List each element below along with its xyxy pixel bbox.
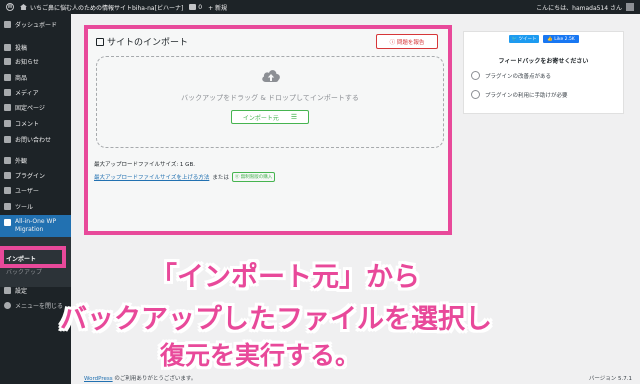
site-name: いちご鼻に悩む人のための情報サイトbiha-na[ビハーナ] xyxy=(30,4,184,12)
sidebar-item-label: メディア xyxy=(15,89,39,97)
sidebar-item-comments[interactable]: コメント xyxy=(0,117,71,129)
mail-icon xyxy=(4,135,11,143)
sidebar-item-label: プラグイン xyxy=(15,172,46,180)
collapse-icon xyxy=(4,301,11,309)
sidebar-item-settings[interactable]: 設定 xyxy=(0,284,71,296)
sidebar-item-media[interactable]: メディア xyxy=(0,86,71,98)
instruction-caption-1: 「インポート元」から xyxy=(150,262,420,293)
radio-button[interactable] xyxy=(471,71,480,80)
import-icon xyxy=(96,37,104,46)
plugin-icon xyxy=(4,171,11,179)
comments-count: 0 xyxy=(198,3,203,11)
sidebar-item-label: ユーザー xyxy=(15,187,39,195)
feedback-option-label: プラグインの利用に手助けが必要 xyxy=(485,92,568,99)
import-panel: サイトのインポート ⓘ 問題を報告 バックアップをドラッグ & ドロップしてイン… xyxy=(84,25,452,235)
collapse-label: メニューを閉じる xyxy=(15,302,64,310)
wordpress-logo[interactable]: W xyxy=(6,3,14,11)
greeting: こんにちは、hamada514 さん xyxy=(536,4,622,12)
import-from-button[interactable]: インポート元 ☰ xyxy=(231,110,309,124)
new-content-link[interactable]: + 新規 xyxy=(208,3,227,12)
comments-link[interactable]: 0 xyxy=(189,4,202,11)
media-icon xyxy=(4,88,11,96)
menu-icon: ☰ xyxy=(290,113,298,121)
dashboard-icon xyxy=(4,20,11,28)
sidebar-item-label: 商品 xyxy=(15,74,28,82)
home-icon xyxy=(20,4,27,10)
radio-button[interactable] xyxy=(471,90,480,99)
sidebar-item-label: ツール xyxy=(15,203,34,211)
avatar xyxy=(626,3,634,11)
sidebar-item-label: お問い合わせ xyxy=(15,136,52,144)
comment-icon xyxy=(4,119,11,127)
admin-bar: W いちご鼻に悩む人のための情報サイトbiha-na[ビハーナ] 0 + 新規 … xyxy=(0,0,640,14)
pin-icon xyxy=(4,57,11,65)
sidebar-item-users[interactable]: ユーザー xyxy=(0,184,71,196)
drop-zone[interactable]: バックアップをドラッグ & ドロップしてインポートする インポート元 ☰ xyxy=(96,56,444,148)
tweet-button[interactable]: 🐦 ツイート xyxy=(509,35,539,43)
sidebar-item-all-in-one-wp-migration[interactable]: All-in-One WP Migration xyxy=(0,215,71,237)
increase-size-link[interactable]: 最大アップロードファイルサイズを上げる方法 xyxy=(94,173,209,181)
sidebar-item-products[interactable]: 商品 xyxy=(0,71,71,83)
import-menu-highlight xyxy=(0,246,66,268)
brush-icon xyxy=(4,156,11,164)
upload-size-help: 最大アップロードファイルサイズを上げる方法 または ⓪ 無制限版の購入 xyxy=(94,172,276,182)
sidebar-item-appearance[interactable]: 外観 xyxy=(0,154,71,166)
page-title: サイトのインポート xyxy=(96,35,188,48)
submenu-item-backups[interactable]: バックアップ xyxy=(6,267,42,276)
sidebar-item-posts[interactable]: 投稿 xyxy=(0,41,71,53)
account-menu[interactable]: こんにちは、hamada514 さん xyxy=(536,3,634,12)
sidebar-item-label: コメント xyxy=(15,120,40,128)
sidebar-item-label: ダッシュボード xyxy=(15,21,58,29)
facebook-like-button[interactable]: 👍 Like 2.5K xyxy=(543,35,579,43)
wordpress-icon: W xyxy=(6,3,14,11)
pin-icon xyxy=(4,73,11,81)
sidebar-item-pages[interactable]: 固定ページ xyxy=(0,101,71,113)
buy-unlimited-link[interactable]: ⓪ 無制限版の購入 xyxy=(231,172,276,182)
feedback-option-label: プラグインの改善点がある xyxy=(485,73,552,80)
instruction-caption-2: バックアップしたファイルを選択し xyxy=(60,304,492,335)
or-text: または xyxy=(212,175,229,181)
sidebar-item-contact[interactable]: お問い合わせ xyxy=(0,133,71,145)
import-from-label: インポート元 xyxy=(242,114,279,122)
sidebar-item-label: All-in-One WP Migration xyxy=(15,218,57,233)
sidebar-item-news[interactable]: お知らせ xyxy=(0,55,71,67)
sidebar-item-tools[interactable]: ツール xyxy=(0,200,71,212)
page-title-text: サイトのインポート xyxy=(107,38,189,48)
instruction-caption-3: 復元を実行する。 xyxy=(160,341,361,370)
feedback-widget: 🐦 ツイート 👍 Like 2.5K フィードバックをお寄せください プラグイン… xyxy=(463,31,624,114)
feedback-option-help[interactable]: プラグインの利用に手助けが必要 xyxy=(471,90,568,99)
sidebar-item-label: 投稿 xyxy=(15,44,28,52)
footer-version: バージョン 5.7.1 xyxy=(588,376,632,382)
page-icon xyxy=(4,103,11,111)
comment-icon xyxy=(189,4,197,10)
feedback-option-improvement[interactable]: プラグインの改善点がある xyxy=(471,71,551,80)
migration-icon xyxy=(4,219,11,226)
footer-thanks-text: のご利用ありがとうございます。 xyxy=(112,376,197,382)
sidebar-item-label: お知らせ xyxy=(15,58,39,66)
sidebar-item-dashboard[interactable]: ダッシュボード xyxy=(0,18,71,30)
wrench-icon xyxy=(4,202,11,210)
drop-instructions: バックアップをドラッグ & ドロップしてインポートする xyxy=(181,94,359,102)
cloud-upload-icon xyxy=(262,70,280,82)
footer-thanks: WordPress のご利用ありがとうございます。 xyxy=(84,374,196,382)
sidebar-item-label: 設定 xyxy=(15,287,28,295)
feedback-title: フィードバックをお寄せください xyxy=(498,58,589,65)
max-upload-size: 最大アップロードファイルサイズ: 1 GB. xyxy=(94,162,195,168)
site-name-link[interactable]: いちご鼻に悩む人のための情報サイトbiha-na[ビハーナ] xyxy=(20,3,183,12)
settings-icon xyxy=(4,286,11,294)
sidebar-item-label: 固定ページ xyxy=(15,104,45,112)
sidebar-item-label: 外観 xyxy=(15,157,28,165)
report-problem-button[interactable]: ⓘ 問題を報告 xyxy=(376,34,438,49)
sidebar-item-plugins[interactable]: プラグイン xyxy=(0,169,71,181)
pin-icon xyxy=(4,43,11,51)
new-label: + 新規 xyxy=(208,4,228,12)
user-icon xyxy=(4,186,11,194)
wordpress-link[interactable]: WordPress xyxy=(84,376,113,382)
